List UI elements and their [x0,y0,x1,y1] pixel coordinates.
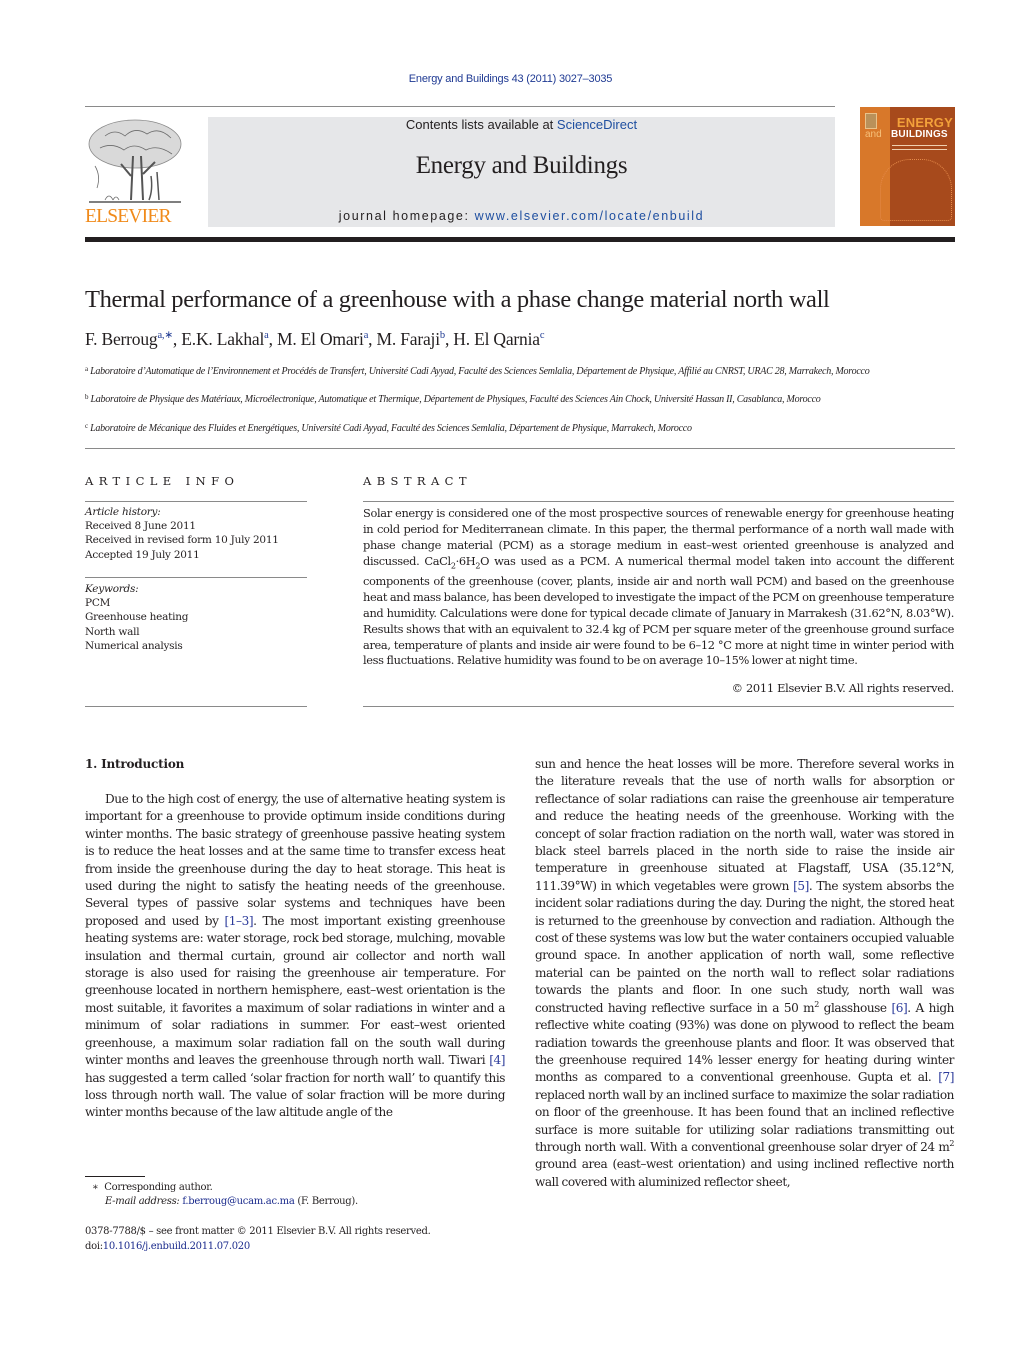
author-name[interactable]: H. El Qarnia [453,329,540,349]
keywords: Keywords: PCM Greenhouse heating North w… [85,582,307,653]
elsevier-tree-icon [88,119,182,203]
email-link[interactable]: f.berroug@ucam.ac.ma [182,1196,294,1207]
author-affiliation-mark[interactable]: c [540,330,545,341]
text-run: ground area (east–west orientation) and … [535,1157,954,1189]
affiliation-label: c [85,422,88,430]
homepage-prefix: journal homepage: [338,209,475,223]
article-title: Thermal performance of a greenhouse with… [85,286,830,313]
journal-reference[interactable]: Energy and Buildings 43 (2011) 3027–3035 [0,73,1021,85]
body-column-left: Due to the high cost of energy, the use … [85,791,505,1122]
text-run: replaced north wall by an inclined surfa… [535,1087,954,1154]
keywords-divider [85,577,307,578]
author-name[interactable]: F. Berroug [85,329,158,349]
article-history-label: Article history: [85,506,161,518]
affiliation-text: Laboratoire d’Automatique de l’Environne… [90,366,870,377]
paragraph: sun and hence the heat losses will be mo… [535,756,954,1191]
author-affiliation-mark[interactable]: a [264,330,269,341]
cover-subtitle-lines [892,145,947,146]
text-run: . The most important existing greenhouse… [85,913,505,1068]
elsevier-wordmark: ELSEVIER [85,206,171,227]
formula-part: CaCl [424,553,451,568]
affiliation-text: Laboratoire de Physique des Matériaux, M… [90,394,821,405]
history-accepted: Accepted 19 July 2011 [85,548,200,561]
cover-title-buildings: BUILDINGS [891,129,948,140]
author-affiliation-mark[interactable]: b [440,330,445,341]
corresponding-author-note: ∗ Corresponding author. [92,1181,512,1195]
article-history: Article history: Received 8 June 2011 Re… [85,505,307,562]
paragraph: Due to the high cost of energy, the use … [85,791,505,1122]
chemical-formula: CaCl2·6H2O [424,553,490,570]
contents-prefix: Contents lists available at [405,117,557,132]
email-suffix: (F. Berroug). [294,1196,358,1207]
header-top-divider [85,106,835,107]
keyword: PCM [85,597,111,610]
footnote-star: ∗ [92,1182,99,1193]
header-thick-divider [85,237,955,242]
keyword: Greenhouse heating [85,611,189,624]
superscript: 2 [949,1138,954,1148]
author-name[interactable]: M. Faraji [377,329,441,349]
affiliation-c: c Laboratoire de Mécanique des Fluides e… [85,419,955,436]
doi-prefix: doi: [85,1241,103,1252]
citation-link[interactable]: [6] [891,1001,907,1015]
cover-emblem [865,113,877,129]
article-info-divider [85,501,307,502]
keyword: Numerical analysis [85,639,183,652]
keywords-label: Keywords: [85,583,139,595]
formula-part: O [480,553,490,568]
citation-link[interactable]: [5] [793,879,809,893]
citation-link[interactable]: [1–3] [224,914,253,928]
cover-title-and: and [865,129,882,140]
text-run: glasshouse [818,1000,892,1015]
author-affiliation-mark[interactable]: a,∗ [157,330,173,341]
abstract-text: Solar energy is considered one of the mo… [363,506,954,669]
article-info-bottom-divider [85,706,307,707]
section-heading-introduction: 1. Introduction [85,757,185,771]
abstract-copyright: © 2011 Elsevier B.V. All rights reserved… [731,681,955,695]
contents-availability: Contents lists available at ScienceDirec… [208,117,835,132]
text-run: . The system absorbs the incident solar … [535,878,955,1015]
abstract-heading: ABSTRACT [363,474,472,488]
journal-cover-thumbnail[interactable]: ENERGY and BUILDINGS [860,107,955,226]
email-note: E-mail address: f.berroug@ucam.ac.ma (F.… [105,1195,525,1209]
homepage-link[interactable]: www.elsevier.com/locate/enbuild [475,209,705,223]
journal-homepage: journal homepage: www.elsevier.com/locat… [208,209,835,223]
affiliation-b: b Laboratoire de Physique des Matériaux,… [85,390,955,407]
footnote-divider [85,1176,145,1177]
cover-title-energy: ENERGY [896,115,953,130]
history-received: Received 8 June 2011 [85,520,196,533]
text-run: sun and hence the heat losses will be mo… [535,757,954,893]
front-matter: 0378-7788/$ – see front matter © 2011 El… [85,1226,431,1237]
text-run: has suggested a term called ‘solar fract… [85,1070,505,1120]
citation-link[interactable]: [4] [489,1053,505,1067]
affiliation-text: Laboratoire de Mécanique des Fluides et … [90,423,692,434]
email-label: E-mail address: [105,1196,180,1207]
doi-line: doi:10.1016/j.enbuild.2011.07.020 [85,1240,525,1254]
affiliation-label: b [85,393,89,401]
history-revised: Received in revised form 10 July 2011 [85,534,279,547]
journal-name: Energy and Buildings [415,152,628,179]
author-list: F. Berrouga,∗, E.K. Lakhala, M. El Omari… [85,329,545,349]
article-info-heading: ARTICLE INFO [85,474,240,488]
cover-diagram [880,159,952,221]
citation-link[interactable]: [7] [938,1070,954,1084]
abstract-divider [363,501,954,502]
affiliation-a: a Laboratoire d’Automatique de l’Environ… [85,362,955,379]
text-run: Due to the high cost of energy, the use … [85,792,505,928]
sciencedirect-link[interactable]: ScienceDirect [557,117,637,132]
affiliation-divider [85,448,955,449]
body-column-right: sun and hence the heat losses will be mo… [535,756,954,1191]
author-name[interactable]: M. El Omari [277,329,364,349]
abstract-bottom-divider [363,706,954,707]
abstract-part: was used as a PCM. A numerical thermal m… [363,553,954,668]
formula-part: ·6H [455,553,476,568]
author-affiliation-mark[interactable]: a [364,330,369,341]
doi-link[interactable]: 10.1016/j.enbuild.2011.07.020 [103,1241,250,1252]
affiliation-label: a [85,365,88,373]
corresponding-label: Corresponding author. [104,1182,213,1193]
author-name[interactable]: E.K. Lakhal [181,329,264,349]
keyword: North wall [85,625,140,638]
